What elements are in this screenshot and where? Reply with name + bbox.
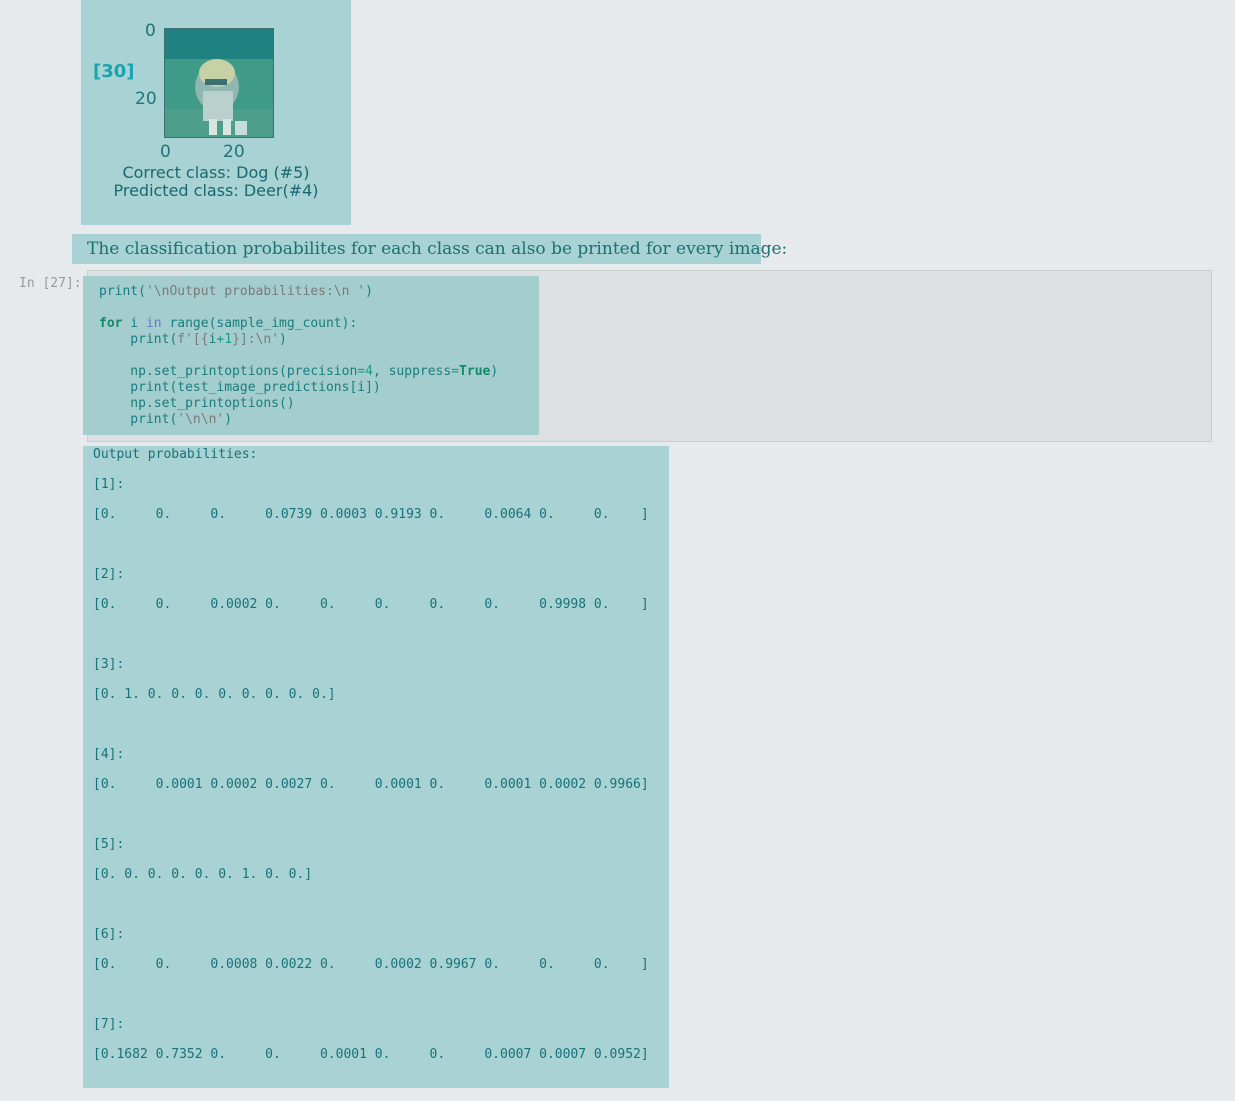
input-prompt: In [27]:: [19, 276, 82, 291]
code-editor[interactable]: print('\nOutput probabilities:\n ') for …: [83, 276, 539, 435]
cell-output: Output probabilities: [1]: [0. 0. 0. 0.0…: [83, 446, 669, 1088]
x-tick-0: 0: [160, 142, 171, 162]
output-prompt: [30]: [93, 61, 135, 82]
markdown-cell[interactable]: The classification probabilites for each…: [72, 234, 787, 264]
correct-class-caption: Correct class: Dog (#5): [122, 163, 310, 182]
output-text: Output probabilities: [1]: [0. 0. 0. 0.0…: [93, 447, 649, 1062]
code-text: print('\nOutput probabilities:\n ') for …: [99, 284, 499, 427]
y-tick-0: 0: [145, 21, 156, 41]
markdown-text: The classification probabilites for each…: [87, 239, 788, 259]
plot-output: [30] 0 20 0 20 Correct class: Dog (#5) P…: [81, 0, 351, 225]
sample-image: [164, 28, 274, 138]
x-tick-20: 20: [223, 142, 245, 162]
predicted-class-caption: Predicted class: Deer(#4): [113, 181, 319, 200]
y-tick-20: 20: [135, 89, 157, 109]
